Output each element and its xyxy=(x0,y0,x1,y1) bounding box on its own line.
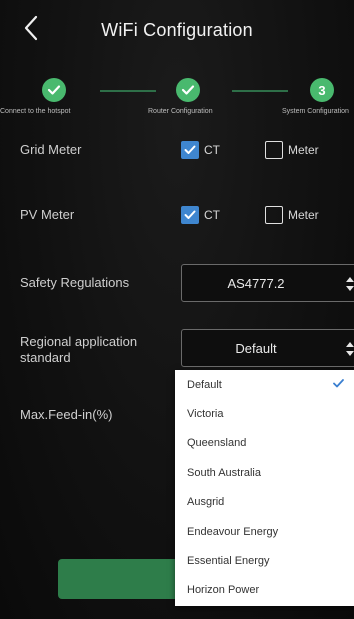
dropdown-option-label: Queensland xyxy=(187,436,247,449)
dropdown-option-south-australia[interactable]: South Australia xyxy=(175,458,354,487)
dropdown-option-label: Horizon Power xyxy=(187,583,260,596)
grid-meter-label: Grid Meter xyxy=(20,142,82,157)
dropdown-option-essential-energy[interactable]: Essential Energy xyxy=(175,546,354,575)
safety-regulations-select[interactable]: AS4777.2 xyxy=(181,264,354,302)
pv-meter-ct-label: CT xyxy=(204,208,220,222)
grid-meter-meter-checkbox[interactable] xyxy=(265,141,283,159)
dropdown-option-default[interactable]: Default xyxy=(175,370,354,399)
dropdown-option-victoria[interactable]: Victoria xyxy=(175,399,354,428)
regional-standard-label-line2: standard xyxy=(20,350,71,365)
step-connector xyxy=(232,90,288,92)
checkmark-icon xyxy=(333,379,344,388)
checkmark-icon xyxy=(181,85,195,95)
max-feed-in-label: Max.Feed-in(%) xyxy=(20,407,113,422)
dropdown-option-horizon-power[interactable]: Horizon Power xyxy=(175,575,354,604)
header: WiFi Configuration xyxy=(0,0,354,60)
regional-standard-dropdown: Default Victoria Queensland South Austra… xyxy=(175,370,354,606)
dropdown-option-label: Default xyxy=(187,378,222,391)
step-2-done xyxy=(176,78,200,102)
regional-standard-label-line1: Regional application xyxy=(20,334,138,349)
step-3-label: System Configuration xyxy=(282,108,349,115)
safety-regulations-label: Safety Regulations xyxy=(20,275,130,290)
safety-regulations-value: AS4777.2 xyxy=(227,276,285,291)
grid-meter-ct-label: CT xyxy=(204,143,220,157)
pv-meter-meter-checkbox[interactable] xyxy=(265,206,283,224)
step-number: 3 xyxy=(318,82,326,98)
dropdown-option-label: Endeavour Energy xyxy=(187,525,279,538)
dropdown-option-label: Victoria xyxy=(187,407,224,420)
up-down-arrows-icon xyxy=(346,342,354,356)
grid-meter-meter-label: Meter xyxy=(288,143,319,157)
pv-meter-meter-label: Meter xyxy=(288,208,319,222)
dropdown-option-label: Ausgrid xyxy=(187,495,225,508)
checkmark-icon xyxy=(184,210,196,219)
checkmark-icon xyxy=(47,85,61,95)
up-down-arrows-icon xyxy=(346,277,354,291)
dropdown-option-label: South Australia xyxy=(187,466,261,479)
dropdown-option-ausgrid[interactable]: Ausgrid xyxy=(175,487,354,516)
regional-standard-select[interactable]: Default xyxy=(181,329,354,367)
pv-meter-ct-checkbox[interactable] xyxy=(181,206,199,224)
grid-meter-ct-checkbox[interactable] xyxy=(181,141,199,159)
checkmark-icon xyxy=(184,145,196,154)
step-connector xyxy=(100,90,156,92)
regional-standard-value: Default xyxy=(235,341,277,356)
dropdown-option-endeavour-energy[interactable]: Endeavour Energy xyxy=(175,517,354,546)
step-2-label: Router Configuration xyxy=(148,108,213,115)
page-title: WiFi Configuration xyxy=(101,20,253,40)
dropdown-option-queensland[interactable]: Queensland xyxy=(175,428,354,457)
dropdown-option-label: Essential Energy xyxy=(187,554,270,567)
regional-standard-label: Regional application standard xyxy=(20,334,137,366)
progress-stepper: 3 Connect to the hotspot Router Configur… xyxy=(0,78,354,123)
step-3-current: 3 xyxy=(310,78,334,102)
step-1-done xyxy=(42,78,66,102)
step-1-label: Connect to the hotspot xyxy=(0,108,71,115)
pv-meter-label: PV Meter xyxy=(20,207,75,222)
